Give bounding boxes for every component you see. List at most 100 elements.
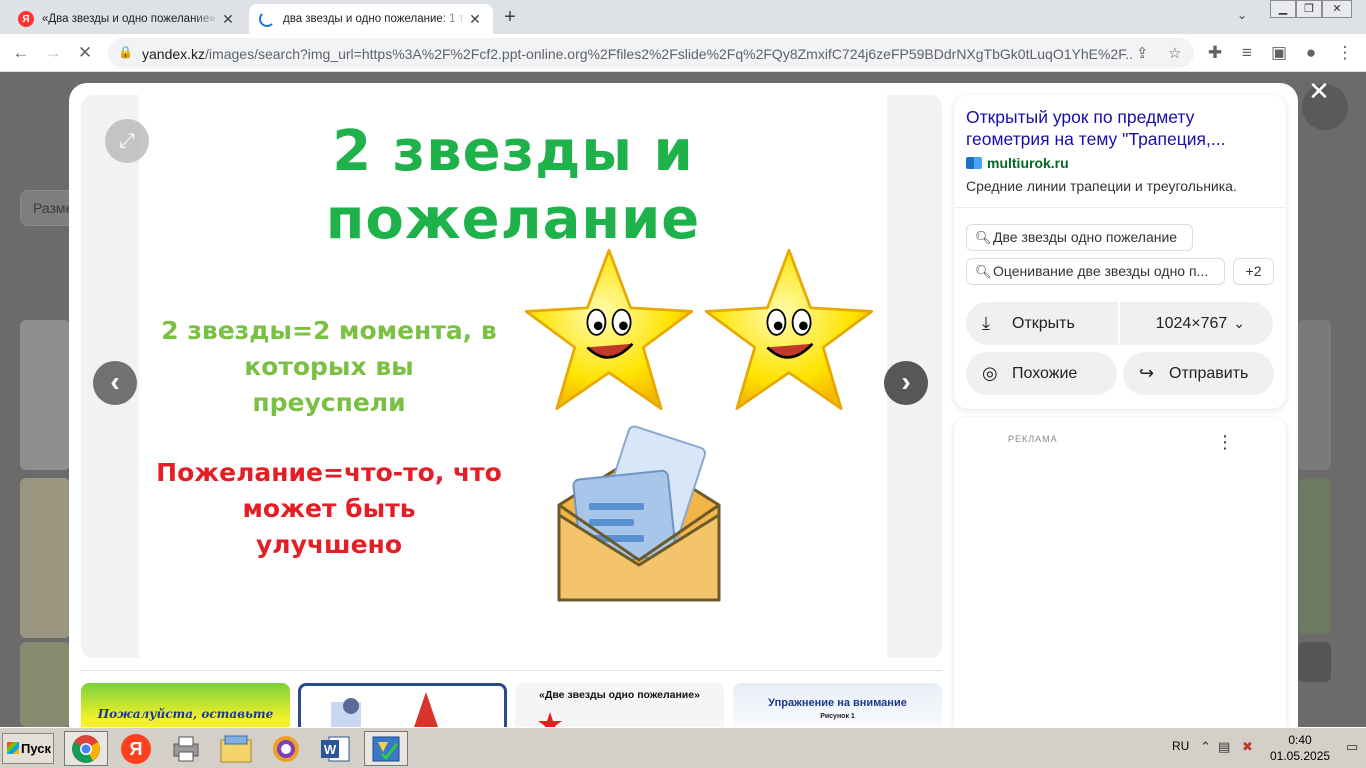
browser-tab[interactable]: Я «Два звезды и одно пожелание» - ... ✕ [8, 4, 246, 34]
share-page-icon[interactable]: ⇪ [1136, 44, 1149, 62]
slide-text-line: может быть [242, 494, 416, 523]
taskbar-explorer[interactable] [214, 731, 258, 766]
restore-window-icon[interactable]: ❐ [1296, 0, 1322, 18]
taskbar-tor[interactable] [264, 731, 308, 766]
taskbar-app-checkmark[interactable] [364, 731, 408, 766]
svg-text:W: W [324, 742, 337, 757]
source-page-title-link[interactable]: Открытый урок по предмету геометрия на т… [966, 106, 1266, 150]
fullscreen-expand-icon[interactable]: ⤢ [105, 119, 149, 163]
side-panel-icon[interactable]: ▣ [1268, 42, 1290, 64]
browser-menu-icon[interactable]: ⋮ [1334, 42, 1356, 64]
result-thumbnail [1298, 642, 1331, 682]
image-viewer[interactable]: 2 звезды и пожелание 2 звезды=2 момента,… [81, 95, 942, 658]
browser-toolbar: ← → ✕ 🔒 yandex.kz/images/search?img_url=… [0, 34, 1366, 72]
browser-tab-active[interactable]: два звезды и одно пожелание: 1 т ✕ [249, 4, 493, 34]
previous-image-chevron-icon[interactable]: ‹ [93, 361, 137, 405]
close-window-icon[interactable]: ✕ [1322, 0, 1352, 18]
slide-text-line: которых вы [244, 352, 414, 381]
profile-avatar-icon[interactable]: ● [1300, 42, 1322, 64]
taskbar-yandex[interactable]: Я [114, 731, 158, 766]
more-vertical-icon[interactable]: ⋮ [1216, 433, 1234, 451]
slide-text-line: преуспели [252, 388, 406, 417]
image-description: Средние линии трапеции и треугольника. [966, 178, 1237, 194]
divider [81, 670, 942, 671]
tab-search-chevron-icon[interactable]: ⌄ [1237, 8, 1247, 22]
result-thumbnail [1298, 478, 1331, 634]
taskbar-printer[interactable] [164, 731, 208, 766]
keyboard-language[interactable]: RU [1172, 739, 1189, 753]
taskbar-chrome[interactable] [64, 731, 108, 766]
yandex-icon: Я [18, 11, 34, 27]
divider [954, 207, 1286, 208]
taskbar: Пуск Я W RU ⌃ ▤ ✖ 0:40 01.05.2025 ▭ [0, 727, 1366, 768]
extensions-puzzle-icon[interactable]: ✚ [1204, 42, 1226, 64]
tray-volume-muted-icon[interactable]: ✖ [1242, 739, 1253, 755]
address-bar[interactable]: 🔒 yandex.kz/images/search?img_url=https%… [108, 38, 1194, 68]
back-arrow-icon[interactable]: ← [10, 42, 32, 64]
tray-network-icon[interactable]: ▤ [1218, 739, 1230, 755]
chevron-down-icon: ⌄ [1233, 315, 1245, 331]
open-image-button[interactable]: ⤓ Открыть [966, 302, 1118, 345]
system-clock[interactable]: 0:40 01.05.2025 [1270, 732, 1330, 764]
clock-date: 01.05.2025 [1270, 749, 1331, 763]
clock-time: 0:40 [1288, 733, 1312, 747]
image-info-panel: Открытый урок по предмету геометрия на т… [954, 95, 1286, 409]
result-thumbnail [20, 642, 70, 727]
start-label: Пуск [21, 741, 51, 756]
tab-title: «Два звезды и одно пожелание» - ... [42, 13, 220, 25]
printer-icon [173, 736, 199, 761]
forward-arrow-icon[interactable]: → [42, 42, 64, 64]
show-desktop-icon[interactable]: ▭ [1346, 739, 1358, 755]
button-label: Похожие [1012, 365, 1078, 382]
close-modal-icon[interactable]: ✕ [1306, 78, 1332, 104]
slide-text-line: 2 звезды=2 момента, в [161, 316, 497, 345]
related-query-chip[interactable]: 🔍︎ Две звезды одно пожелание [966, 224, 1193, 251]
start-button[interactable]: Пуск [2, 733, 54, 764]
taskbar-word[interactable]: W [313, 731, 357, 766]
slide-title-line: пожелание [325, 187, 701, 252]
image-size-dropdown[interactable]: 1024×767 ⌄ [1120, 302, 1273, 345]
button-label: Отправить [1169, 365, 1249, 382]
url-text[interactable]: yandex.kz/images/search?img_url=https%3A… [142, 46, 1132, 62]
lock-icon[interactable]: 🔒 [118, 45, 133, 61]
cartoon-reader-icon [331, 698, 361, 727]
svg-text:Я: Я [130, 739, 143, 759]
similar-images-button[interactable]: ◎ Похожие [966, 352, 1117, 395]
related-query-chip[interactable]: 🔍︎ Оценивание две звезды одно п... [966, 258, 1225, 285]
tab-strip: Я «Два звезды и одно пожелание» - ... ✕ … [0, 0, 1366, 34]
new-tab-plus-icon[interactable]: + [500, 6, 520, 28]
tab-close-icon[interactable]: ✕ [220, 11, 236, 28]
similar-thumbnail[interactable]: «Две звезды одно пожелание» [515, 683, 724, 727]
url-path: /images/search?img_url=https%3A%2F%2Fcf2… [205, 46, 1132, 62]
source-site-link[interactable]: multiurok.ru [966, 155, 1069, 171]
bookmark-star-icon[interactable]: ☆ [1168, 44, 1181, 62]
url-host: yandex.kz [142, 46, 206, 62]
thumbnail-subcaption: Рисунок 1 [820, 713, 855, 720]
result-thumbnail [20, 320, 70, 470]
onion-browser-icon [273, 735, 299, 762]
reading-list-icon[interactable]: ≡ [1236, 42, 1258, 64]
thumbnail-caption: «Две звезды одно пожелание» [539, 689, 700, 701]
size-label: 1024×767 [1155, 315, 1228, 332]
thumbnail-caption: Пожалуйста, оставьте [97, 707, 274, 721]
similar-thumbnail[interactable]: Упражнение на внимание Рисунок 1 [733, 683, 942, 727]
more-chips-button[interactable]: +2 [1233, 258, 1274, 285]
similar-thumbnail[interactable]: Пожалуйста, оставьте [81, 683, 290, 727]
tray-expand-icon[interactable]: ⌃ [1200, 739, 1211, 755]
image-viewer-modal: 2 звезды и пожелание 2 звезды=2 момента,… [69, 83, 1298, 727]
similar-thumbnail[interactable] [298, 683, 507, 727]
thumbnail-caption: Упражнение на внимание [768, 697, 907, 709]
tab-close-icon[interactable]: ✕ [467, 11, 483, 28]
ad-label: РЕКЛАМА [1008, 434, 1058, 444]
search-icon: 🔍︎ [975, 264, 992, 279]
stop-loading-icon[interactable]: ✕ [74, 42, 96, 64]
slide-red-text: Пожелание=что-то, что может быть улучшен… [149, 455, 509, 563]
share-button[interactable]: ↪ Отправить [1123, 352, 1274, 395]
word-icon: W [321, 736, 350, 761]
minimize-window-icon[interactable]: ▁ [1270, 0, 1296, 18]
smiling-star-icon [704, 248, 874, 410]
camera-lens-icon: ◎ [982, 363, 998, 383]
site-book-icon [966, 157, 982, 169]
next-image-chevron-icon[interactable]: › [884, 361, 928, 405]
slide-green-text: 2 звезды=2 момента, в которых вы преуспе… [149, 313, 509, 421]
